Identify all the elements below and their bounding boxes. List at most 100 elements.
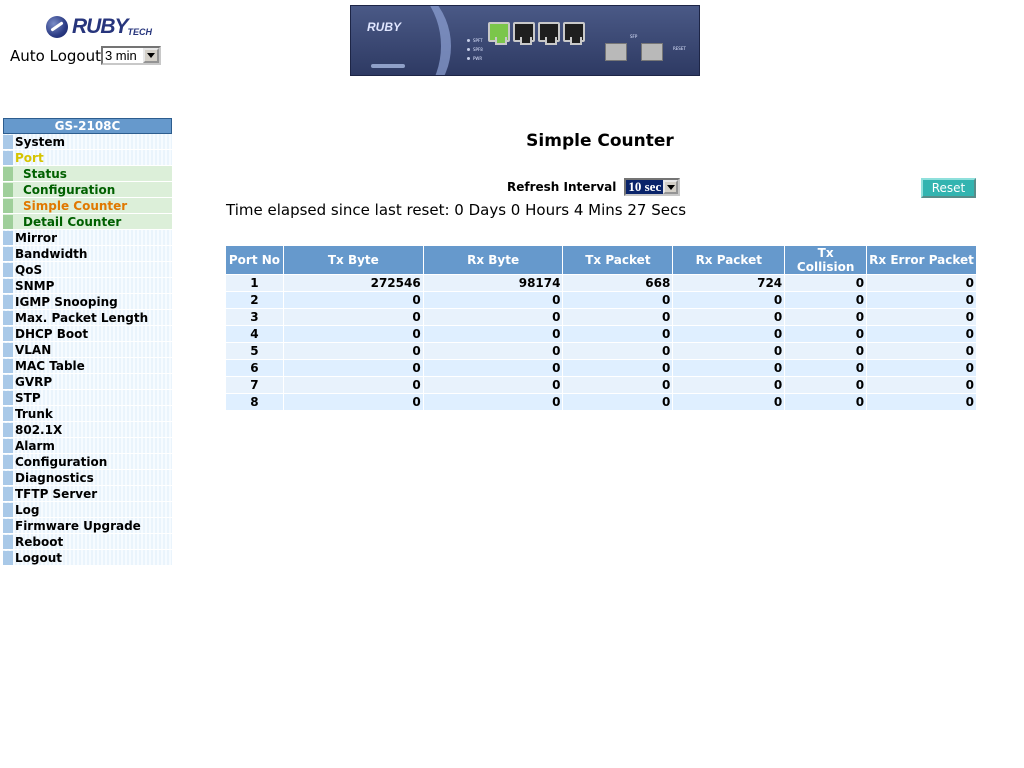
sidebar-item-gvrp[interactable]: GVRP	[3, 374, 172, 390]
table-cell: 0	[282, 359, 424, 377]
table-cell: 0	[282, 308, 424, 326]
table-cell: 0	[282, 342, 424, 360]
auto-logout: Auto Logout 3 min	[10, 46, 161, 65]
sidebar-item-mirror[interactable]: Mirror	[3, 230, 172, 246]
table-row: 3000000	[225, 308, 977, 326]
table-header-row: Port No Tx Byte Rx Byte Tx Packet Rx Pac…	[225, 245, 977, 275]
refresh-interval-label: Refresh Interval	[507, 180, 617, 194]
globe-icon	[46, 16, 68, 38]
table-cell: 0	[422, 308, 564, 326]
reset-button[interactable]: Reset	[921, 178, 976, 198]
sidebar-item-stp[interactable]: STP	[3, 390, 172, 406]
table-cell: 0	[562, 393, 674, 411]
table-cell: 0	[866, 342, 977, 360]
sidebar-item-mac-table[interactable]: MAC Table	[3, 358, 172, 374]
table-row: 4000000	[225, 325, 977, 343]
table-cell: 0	[866, 325, 977, 343]
sidebar-item-vlan[interactable]: VLAN	[3, 342, 172, 358]
table-cell: 724	[672, 274, 786, 292]
port-1-icon	[488, 22, 510, 45]
sfp-port-8-icon	[641, 43, 663, 61]
table-cell: 0	[672, 342, 786, 360]
device-brand: RUBY	[367, 20, 402, 34]
table-cell: 0	[866, 359, 977, 377]
sidebar-subitem-configuration[interactable]: Configuration	[3, 182, 172, 198]
sidebar-item-trunk[interactable]: Trunk	[3, 406, 172, 422]
sidebar-item-tftp-server[interactable]: TFTP Server	[3, 486, 172, 502]
sidebar-item-log[interactable]: Log	[3, 502, 172, 518]
table-cell: 272546	[282, 274, 424, 292]
sidebar-subitem-status[interactable]: Status	[3, 166, 172, 182]
sidebar-item-snmp[interactable]: SNMP	[3, 278, 172, 294]
sidebar-item-diagnostics[interactable]: Diagnostics	[3, 470, 172, 486]
table-cell: 0	[784, 274, 868, 292]
table-cell: 1	[225, 274, 284, 292]
page-title: Simple Counter	[526, 131, 674, 151]
table-cell: 0	[562, 291, 674, 309]
sfp-label: SFP	[630, 34, 638, 39]
sidebar-subitem-detail-counter[interactable]: Detail Counter	[3, 214, 172, 230]
column-header: Rx Error Packet	[866, 245, 977, 275]
table-cell: 0	[282, 376, 424, 394]
table-row: 1 272546 98174 668 724 0 0	[225, 274, 977, 292]
refresh-interval-select[interactable]: 10 sec	[624, 178, 681, 196]
table-row: 2000000	[225, 291, 977, 309]
table-cell: 5	[225, 342, 284, 360]
table-cell: 0	[672, 359, 786, 377]
sidebar-item-dhcp-boot[interactable]: DHCP Boot	[3, 326, 172, 342]
auto-logout-select[interactable]: 3 min	[100, 46, 161, 65]
table-row: 7000000	[225, 376, 977, 394]
table-cell: 0	[866, 274, 977, 292]
sidebar-item-logout[interactable]: Logout	[3, 550, 172, 566]
table-cell: 0	[672, 291, 786, 309]
table-cell: 0	[866, 393, 977, 411]
ruby-tech-logo: RUBY TECH	[46, 14, 156, 40]
sidebar-item-reboot[interactable]: Reboot	[3, 534, 172, 550]
sidebar-item-qos[interactable]: QoS	[3, 262, 172, 278]
table-cell: 0	[784, 325, 868, 343]
table-row: 8000000	[225, 393, 977, 411]
column-header: Tx Packet	[562, 245, 674, 275]
chevron-down-icon[interactable]	[663, 180, 679, 194]
table-cell: 0	[422, 376, 564, 394]
sidebar-item-configuration[interactable]: Configuration	[3, 454, 172, 470]
sidebar-item-igmp-snooping[interactable]: IGMP Snooping	[3, 294, 172, 310]
table-cell: 0	[784, 393, 868, 411]
table-cell: 3	[225, 308, 284, 326]
sidebar-item-8021x[interactable]: 802.1X	[3, 422, 172, 438]
sidebar-item-max-packet-length[interactable]: Max. Packet Length	[3, 310, 172, 326]
table-cell: 0	[282, 393, 424, 411]
table-cell: 0	[422, 291, 564, 309]
column-header: Tx Collision	[784, 245, 868, 275]
table-cell: 0	[784, 376, 868, 394]
sidebar-item-bandwidth[interactable]: Bandwidth	[3, 246, 172, 262]
table-cell: 0	[784, 308, 868, 326]
table-cell: 0	[422, 359, 564, 377]
table-cell: 7	[225, 376, 284, 394]
column-header: Tx Byte	[282, 245, 424, 275]
sidebar-subitem-simple-counter[interactable]: Simple Counter	[3, 198, 172, 214]
table-row: 6000000	[225, 359, 977, 377]
table-cell: 0	[422, 393, 564, 411]
table-cell: 0	[672, 393, 786, 411]
table-cell: 0	[784, 359, 868, 377]
auto-logout-value: 3 min	[104, 48, 137, 63]
table-cell: 0	[784, 291, 868, 309]
sidebar-item-alarm[interactable]: Alarm	[3, 438, 172, 454]
table-cell: 4	[225, 325, 284, 343]
device-panel-image: RUBY SPFT SPF8 PWR SFP RESET	[350, 5, 700, 76]
table-cell: 0	[672, 308, 786, 326]
led-pwr: PWR	[467, 56, 482, 61]
table-cell: 0	[562, 308, 674, 326]
table-cell: 0	[422, 342, 564, 360]
sidebar-item-firmware-upgrade[interactable]: Firmware Upgrade	[3, 518, 172, 534]
sidebar-item-port[interactable]: Port	[3, 150, 172, 166]
table-cell: 0	[866, 308, 977, 326]
table-cell: 0	[562, 359, 674, 377]
chevron-down-icon[interactable]	[142, 48, 159, 63]
port-3-icon	[538, 22, 560, 45]
counter-table: Port No Tx Byte Rx Byte Tx Packet Rx Pac…	[225, 245, 977, 411]
table-cell: 0	[562, 325, 674, 343]
refresh-interval-value: 10 sec	[626, 179, 664, 194]
elapsed-time-text: Time elapsed since last reset: 0 Days 0 …	[226, 201, 687, 219]
